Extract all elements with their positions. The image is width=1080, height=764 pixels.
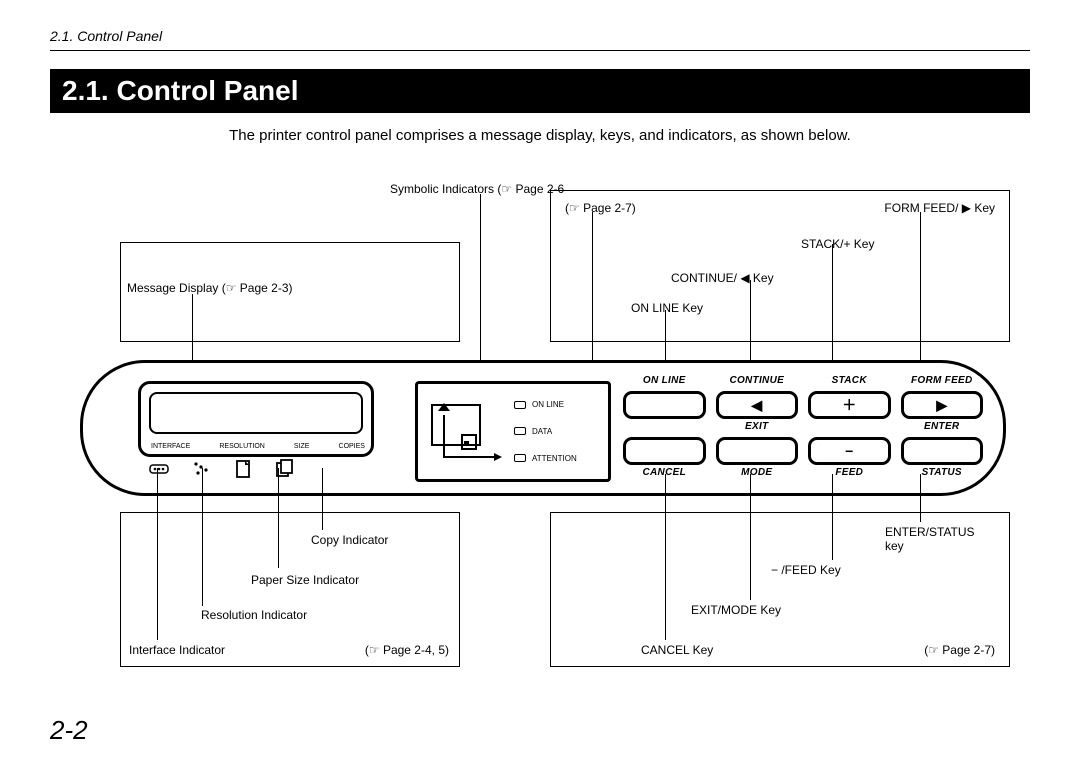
lcd-label-copies: COPIES (339, 443, 365, 450)
key-label-stack: STACK (808, 375, 891, 389)
leader-resolution-ind (202, 468, 203, 606)
running-header: 2.1. Control Panel (50, 28, 1030, 44)
resolution-icon (191, 459, 211, 479)
message-display: INTERFACE RESOLUTION SIZE COPIES (138, 381, 374, 457)
printer-path-icon (424, 397, 514, 467)
right-triangle-icon: ▶ (936, 397, 947, 414)
label-continue-key: CONTINUE/ ◀ Key (671, 271, 774, 285)
mode-key[interactable] (716, 437, 799, 465)
label-copy-ind: Copy Indicator (311, 533, 388, 547)
control-panel: INTERFACE RESOLUTION SIZE COPIES (80, 360, 1006, 496)
callout-box-bottom-left: Copy Indicator Paper Size Indicator Reso… (120, 512, 460, 667)
leader-symbolic (480, 194, 481, 376)
led-attention-label: ATTENTION (532, 454, 577, 463)
label-online-key: ON LINE Key (631, 301, 703, 315)
leader-formfeed (920, 212, 921, 376)
label-symbolic-indicators: Symbolic Indicators (☞ Page 2-6 (390, 182, 564, 196)
feed-key[interactable]: − (808, 437, 891, 465)
lcd-label-interface: INTERFACE (151, 443, 190, 450)
key-label-mode: MODE (716, 467, 799, 481)
label-stack-plus-key: STACK/+ Key (801, 237, 874, 251)
led-attention (514, 454, 526, 462)
left-triangle-icon: ◀ (751, 397, 762, 414)
led-data-row: DATA (514, 427, 608, 436)
key-label-continue: CONTINUE (716, 375, 799, 389)
label-minus-feed-key: − /FEED Key (771, 563, 841, 577)
leader-cancel (665, 474, 666, 640)
led-data (514, 427, 526, 435)
plus-icon: ＋ (842, 395, 856, 415)
leader-feed (832, 474, 833, 560)
key-label-online: ON LINE (623, 375, 706, 389)
indicator-icon-row (149, 459, 295, 479)
leader-enterstatus (920, 474, 921, 522)
callout-box-top-left: Message Display (☞ Page 2-3) (120, 242, 460, 342)
label-interface-ind: Interface Indicator (129, 643, 225, 657)
leader-exitmode (750, 474, 751, 600)
callout-box-bottom-right: ENTER/STATUS key − /FEED Key EXIT/MODE K… (550, 512, 1010, 667)
label-resolution-ind: Resolution Indicator (201, 608, 307, 622)
leader-page27a (592, 212, 593, 374)
key-label-enter: ENTER (901, 421, 984, 435)
section-title: 2.1. Control Panel (50, 69, 1030, 113)
label-enter-status-key: ENTER/STATUS key (885, 525, 995, 553)
online-key[interactable] (623, 391, 706, 419)
led-data-label: DATA (532, 427, 552, 436)
leader-stack (832, 244, 833, 376)
label-exit-mode-key: EXIT/MODE Key (691, 603, 781, 617)
leader-copy-ind (322, 468, 323, 530)
minus-icon: − (845, 443, 853, 459)
label-page27a: (☞ Page 2-7) (565, 201, 636, 215)
callout-box-top-right: (☞ Page 2-7) FORM FEED/ ▶ Key STACK/+ Ke… (550, 190, 1010, 342)
key-label-exit: EXIT (716, 421, 799, 435)
lcd-inner (149, 392, 363, 434)
control-panel-diagram: Message Display (☞ Page 2-3) Symbolic In… (50, 162, 1030, 692)
label-cancel-key: CANCEL Key (641, 643, 713, 657)
label-paper-size-ind: Paper Size Indicator (251, 573, 359, 587)
label-page27b: (☞ Page 2-7) (924, 643, 995, 657)
stack-key[interactable]: ＋ (808, 391, 891, 419)
label-form-feed-key: FORM FEED/ ▶ Key (884, 201, 995, 215)
formfeed-key[interactable]: ▶ (901, 391, 984, 419)
lcd-bottom-labels: INTERFACE RESOLUTION SIZE COPIES (151, 443, 365, 450)
key-label-feed: FEED (808, 467, 891, 481)
continue-key[interactable]: ◀ (716, 391, 799, 419)
led-online-label: ON LINE (532, 400, 564, 409)
key-label-formfeed: FORM FEED (901, 375, 984, 389)
led-online (514, 401, 526, 409)
lcd-label-resolution: RESOLUTION (219, 443, 265, 450)
key-grid: ON LINE CONTINUE STACK FORM FEED ◀ ＋ ▶ E… (623, 375, 983, 480)
interface-icon (149, 459, 169, 479)
intro-text: The printer control panel comprises a me… (50, 127, 1030, 144)
leader-interface-ind (157, 468, 158, 640)
leader-papersize-ind (278, 468, 279, 568)
status-key[interactable] (901, 437, 984, 465)
cancel-key[interactable] (623, 437, 706, 465)
key-label-blank (623, 421, 706, 435)
header-rule (50, 50, 1030, 51)
led-online-row: ON LINE (514, 400, 608, 409)
key-label-status: STATUS (901, 467, 984, 481)
symbolic-indicators-box: ON LINE DATA ATTENTION (415, 381, 611, 482)
led-attention-row: ATTENTION (514, 454, 608, 463)
lcd-label-size: SIZE (294, 443, 310, 450)
label-page245: (☞ Page 2-4, 5) (365, 643, 449, 657)
page-number: 2-2 (50, 715, 88, 746)
key-label-blank2 (808, 421, 891, 435)
label-message-display: Message Display (☞ Page 2-3) (127, 281, 293, 295)
size-icon (233, 459, 253, 479)
